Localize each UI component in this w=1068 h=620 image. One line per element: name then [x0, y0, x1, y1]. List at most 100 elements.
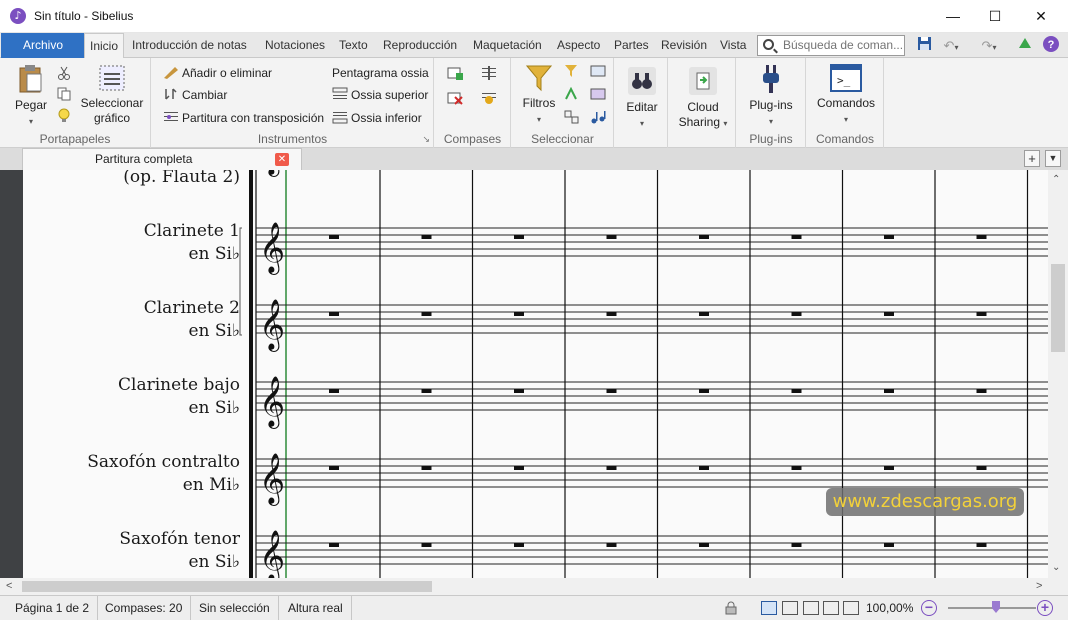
close-button[interactable]: ✕ [1018, 0, 1064, 32]
new-tab-icon[interactable]: + [1024, 150, 1040, 167]
dialog-launcher-icon[interactable]: ↘ [422, 134, 430, 145]
select-passage-icon[interactable] [590, 87, 606, 101]
score-view[interactable]: 𝄞𝄞𝄞𝄞𝄞𝄞 (op. Flauta 2) Clarinete 1en Si♭ … [0, 170, 1068, 578]
tab-partes[interactable]: Partes [609, 33, 654, 58]
select-notes-icon[interactable] [590, 110, 606, 124]
panorama-view-icon[interactable] [782, 601, 798, 615]
bar-rest [884, 235, 894, 239]
bar-rest [421, 389, 432, 393]
multi-page-view-icon[interactable] [823, 601, 839, 615]
lightbulb-icon[interactable] [57, 108, 73, 122]
select-system-icon[interactable] [590, 64, 606, 78]
ossia-below-button[interactable]: Ossia inferior [332, 109, 422, 127]
tab-list-icon[interactable]: ▼ [1045, 150, 1061, 167]
scroll-right-icon[interactable]: > [1036, 580, 1042, 592]
bar-rest [884, 543, 894, 547]
command-search-input[interactable] [783, 38, 903, 52]
bar-rest [514, 543, 524, 547]
tab-vista[interactable]: Vista [715, 33, 751, 58]
bar-rest [329, 389, 339, 393]
maximize-button[interactable]: ☐ [972, 0, 1018, 32]
delete-bar-icon[interactable] [447, 91, 463, 105]
minimize-button[interactable]: — [930, 0, 976, 32]
undo-icon[interactable]: ↶▾ [936, 36, 966, 55]
treble-clef-icon: 𝄞 [259, 453, 285, 506]
group-editar: Editar ▾ [615, 58, 668, 148]
score-page[interactable]: 𝄞𝄞𝄞𝄞𝄞𝄞 (op. Flauta 2) Clarinete 1en Si♭ … [23, 170, 1048, 578]
zoom-in-button[interactable]: + [1037, 600, 1053, 616]
select-none-icon[interactable] [564, 110, 580, 124]
tab-texto[interactable]: Texto [334, 33, 373, 58]
page-view-icon[interactable] [761, 601, 777, 615]
help-icon[interactable]: ? [1042, 36, 1060, 55]
zoom-level: 100,00% [866, 601, 914, 615]
zoom-out-button[interactable]: − [921, 600, 937, 616]
ossia-above-button[interactable]: Ossia superior [332, 86, 428, 104]
instrument-name-2: Clarinete 2 en Si♭ [143, 298, 240, 341]
copy-icon[interactable] [57, 87, 73, 101]
change-instrument-icon [165, 88, 177, 100]
select-filter-small-icon[interactable] [564, 64, 580, 78]
bar-rest [421, 235, 432, 239]
horizontal-scroll-thumb[interactable] [22, 581, 432, 592]
cloud-sharing-icon [689, 67, 717, 95]
zoom-slider-thumb[interactable] [992, 601, 1000, 613]
ossia-staff-button[interactable]: Pentagrama ossia [332, 64, 429, 82]
bar-rest [976, 466, 987, 470]
bar-rest [791, 466, 802, 470]
bar-rest [606, 466, 617, 470]
horizontal-scrollbar[interactable]: < > [0, 578, 1068, 595]
tab-reproduccion[interactable]: Reproducción [378, 33, 462, 58]
tab-introduccion-notas[interactable]: Introducción de notas [127, 33, 252, 58]
add-bar-icon[interactable] [447, 66, 463, 80]
treble-clef-icon: 𝄞 [259, 170, 285, 177]
scroll-down-icon[interactable]: ⌄ [1052, 562, 1060, 573]
tab-aspecto[interactable]: Aspecto [552, 33, 605, 58]
add-remove-instruments-button[interactable]: Añadir o eliminar [163, 64, 272, 82]
split-bar-icon[interactable] [481, 66, 497, 80]
tab-maquetacion[interactable]: Maquetación [468, 33, 547, 58]
vertical-scrollbar[interactable]: ⌃ ⌄ [1048, 170, 1068, 578]
command-search[interactable] [757, 35, 905, 56]
ribbon-collapse-icon[interactable] [1016, 36, 1034, 55]
tab-notaciones[interactable]: Notaciones [260, 33, 330, 58]
cloud-sharing-button[interactable]: Cloud Sharing ▾ [675, 66, 731, 131]
bar-rest [699, 389, 709, 393]
select-graphic-button[interactable]: Seleccionar gráfico [78, 64, 146, 126]
save-icon[interactable] [914, 36, 934, 55]
tab-archivo[interactable]: Archivo [1, 33, 86, 58]
document-tab[interactable]: Partitura completa ✕ [22, 148, 302, 170]
tab-revision[interactable]: Revisión [656, 33, 712, 58]
filters-button[interactable]: Filtros ▾ [518, 64, 560, 127]
full-screen-view-icon[interactable] [843, 601, 859, 615]
plugins-button[interactable]: Plug-ins ▾ [743, 64, 799, 129]
scroll-left-icon[interactable]: < [6, 580, 12, 592]
group-comandos: >_ Comandos ▾ Comandos [807, 58, 884, 148]
spreads-view-icon[interactable] [803, 601, 819, 615]
change-instrument-button[interactable]: Cambiar [163, 86, 227, 104]
ribbon-tab-bar: Archivo Inicio Introducción de notas Not… [0, 33, 1068, 59]
vertical-scroll-thumb[interactable] [1051, 264, 1065, 352]
scroll-up-icon[interactable]: ⌃ [1052, 174, 1060, 185]
redo-icon[interactable]: ↷▾ [974, 36, 1004, 55]
title-bar: ♪ Sin título - Sibelius — ☐ ✕ [0, 0, 1068, 33]
commands-button[interactable]: >_ Comandos ▾ [813, 64, 879, 127]
cut-icon[interactable] [57, 66, 73, 80]
bar-rest [606, 235, 617, 239]
transposing-score-button[interactable]: Partitura con transposición [163, 109, 324, 127]
sibelius-app-icon: ♪ [10, 8, 26, 24]
tab-inicio[interactable]: Inicio [84, 33, 125, 59]
status-pitch[interactable]: Altura real [280, 596, 352, 620]
bar-rest-icon[interactable] [481, 91, 497, 105]
group-label-plugins: Plug-ins [749, 132, 793, 146]
select-more-icon[interactable] [564, 86, 580, 101]
treble-clef-icon: 𝄞 [259, 530, 285, 578]
lock-icon[interactable] [724, 601, 740, 615]
bar-rest [329, 466, 339, 470]
status-page[interactable]: Página 1 de 2 [7, 596, 99, 620]
terminal-icon: >_ [830, 64, 862, 92]
paste-button[interactable]: Pegar ▾ [10, 64, 52, 129]
bar-rest [976, 235, 987, 239]
edit-button[interactable]: Editar ▾ [620, 66, 664, 131]
close-tab-icon[interactable]: ✕ [275, 153, 289, 166]
